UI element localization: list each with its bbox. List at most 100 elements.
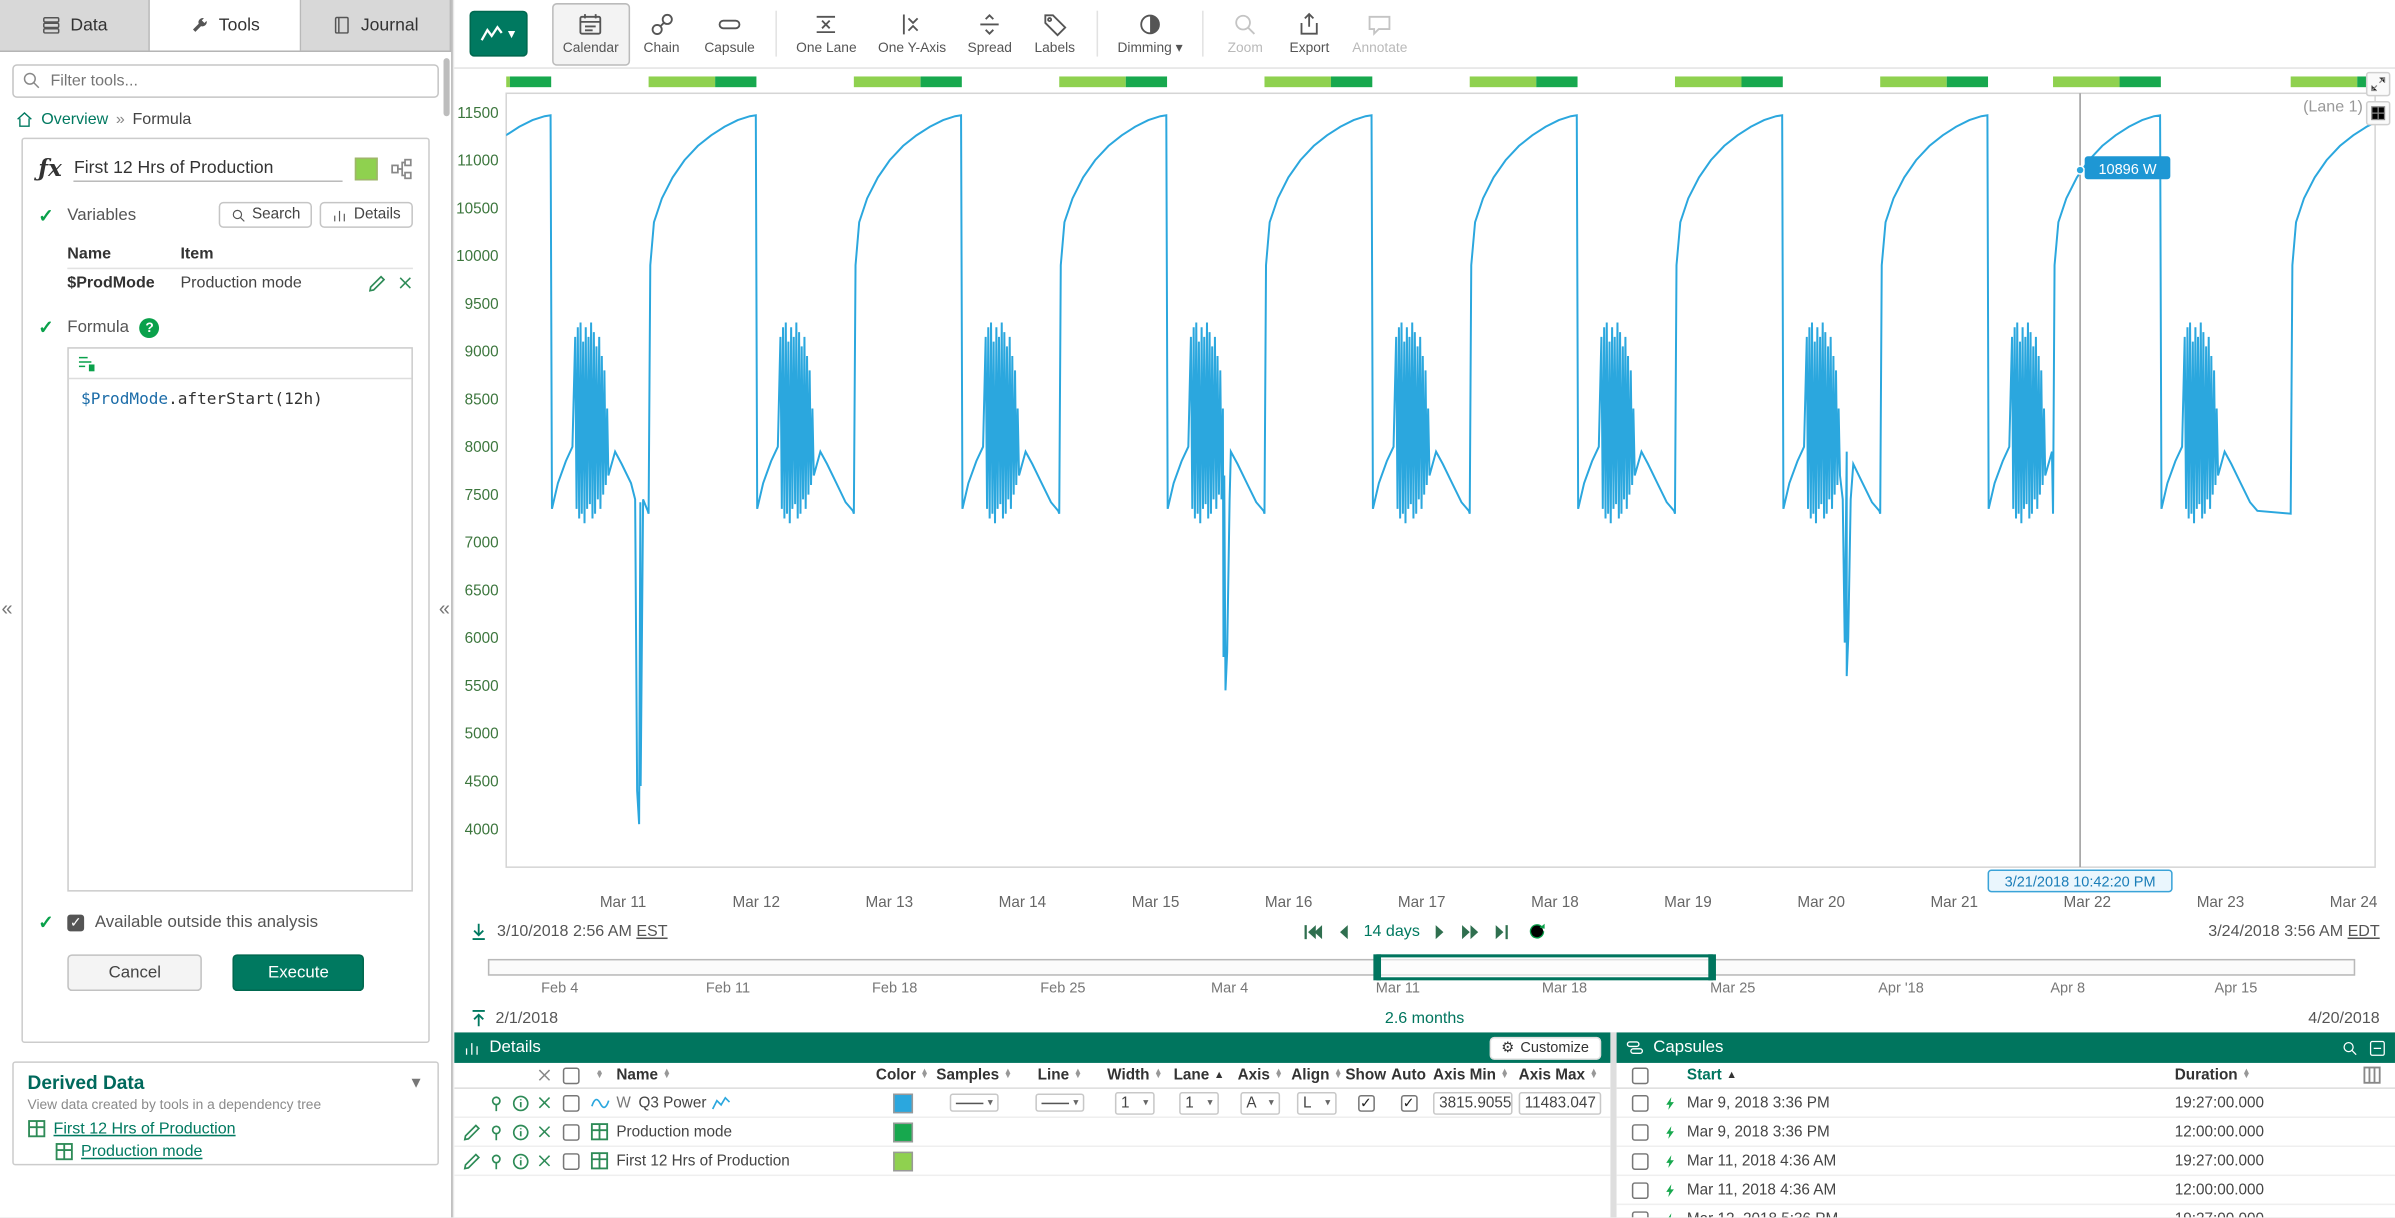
investigate-end-label[interactable]: 4/20/2018 (1464, 1009, 2379, 1027)
capsule-row[interactable]: Mar 11, 2018 4:36 AM12:00:00.000 (1617, 1176, 2395, 1205)
column-align[interactable]: Align ▲▼ (1289, 1067, 1344, 1084)
step-to-end-button[interactable] (1495, 923, 1515, 940)
capsule-checkbox[interactable] (1631, 1152, 1648, 1169)
timezone-link[interactable]: EST (636, 922, 667, 940)
display-type-dropdown[interactable]: ▼ (470, 11, 528, 57)
dependency-tree-icon[interactable] (390, 157, 413, 180)
collapse-panel-icon[interactable]: « (2, 596, 13, 619)
x-axis-tick-label[interactable]: Mar 17 (1398, 894, 1446, 911)
display-range-start[interactable]: 3/10/2018 2:56 AM EST (497, 922, 668, 940)
expand-range-icon[interactable] (470, 1009, 488, 1027)
formula-editor[interactable]: $ProdMode.afterStart(12h) (67, 347, 413, 891)
step-size-label[interactable]: 14 days (1364, 922, 1420, 940)
x-axis-tick-label[interactable]: Mar 18 (1531, 894, 1579, 911)
derived-item-link[interactable]: First 12 Hrs of Production (54, 1119, 236, 1137)
tab-tools[interactable]: Tools (150, 0, 300, 50)
range-handle-left[interactable] (1373, 954, 1381, 980)
collapse-sidebar-icon[interactable]: « (439, 596, 450, 619)
toolbar-spread-button[interactable]: Spread (957, 2, 1023, 65)
y-axis-tick-label[interactable]: 8500 (465, 391, 499, 408)
column-start[interactable]: Start ▲ (1684, 1067, 2172, 1084)
toolbar-one-y-axis-button[interactable]: One Y-Axis (867, 2, 957, 65)
sidebar-scrollbar[interactable] (444, 58, 450, 116)
toolbar-zoom-button[interactable]: Zoom (1213, 2, 1277, 65)
lane-select[interactable]: 1▾ (1179, 1091, 1219, 1114)
home-icon[interactable] (15, 110, 33, 128)
y-axis-tick-label[interactable]: 10000 (456, 248, 499, 265)
grid-view-button[interactable] (2366, 101, 2390, 125)
x-axis-tick-label[interactable]: Mar 23 (2197, 894, 2245, 911)
signal-line-q3-power[interactable] (506, 115, 2380, 824)
column-name[interactable]: Name ▲▼ (613, 1067, 873, 1084)
formula-list-icon[interactable] (76, 353, 96, 373)
auto-checkbox[interactable] (1400, 1094, 1417, 1111)
show-checkbox[interactable] (1357, 1094, 1374, 1111)
row-checkbox[interactable] (562, 1094, 579, 1111)
details-row-production-mode[interactable]: Production mode (454, 1118, 1610, 1147)
trend-chart[interactable]: 4000450050005500600065007000750080008500… (454, 69, 2395, 913)
details-row-first-12-hrs-of-production[interactable]: First 12 Hrs of Production (454, 1147, 1610, 1176)
column-axis-max[interactable]: Axis Max ▲▼ (1516, 1067, 1605, 1084)
formula-code[interactable]: $ProdMode.afterStart(12h) (69, 379, 412, 419)
customize-button[interactable]: ⚙Customize (1489, 1036, 1601, 1059)
column-width[interactable]: Width ▲▼ (1103, 1067, 1167, 1084)
breadcrumb-overview-link[interactable]: Overview (41, 110, 108, 128)
tab-data[interactable]: Data (0, 0, 150, 50)
x-axis-tick-label[interactable]: Mar 12 (732, 894, 780, 911)
y-axis-tick-label[interactable]: 7500 (465, 487, 499, 504)
investigate-start-label[interactable]: 2/1/2018 (496, 1009, 559, 1027)
capsule-row[interactable]: Mar 9, 2018 3:36 PM19:27:00.000 (1617, 1089, 2395, 1118)
toolbar-export-button[interactable]: Export (1277, 2, 1341, 65)
y-axis-tick-label[interactable]: 6500 (465, 582, 499, 599)
step-range-back-icon[interactable] (470, 922, 488, 940)
y-axis-tick-label[interactable]: 10500 (456, 200, 499, 217)
column-duration[interactable]: Duration ▲▼ (2172, 1067, 2356, 1084)
formula-help-icon[interactable]: ? (140, 317, 160, 337)
column-axis[interactable]: Axis ▲▼ (1231, 1067, 1289, 1084)
capsule-row[interactable]: Mar 12, 2018 5:36 PM19:27:00.000 (1617, 1205, 2395, 1217)
column-color[interactable]: Color ▲▼ (873, 1067, 931, 1084)
capsule-checkbox[interactable] (1631, 1181, 1648, 1198)
samples-select[interactable]: ▾ (949, 1093, 999, 1111)
toolbar-calendar-button[interactable]: Calendar (552, 2, 629, 65)
capsule-row[interactable]: Mar 11, 2018 4:36 AM19:27:00.000 (1617, 1147, 2395, 1176)
item-name[interactable]: Production mode (616, 1123, 732, 1140)
range-handle-right[interactable] (1708, 954, 1716, 980)
item-name[interactable]: First 12 Hrs of Production (616, 1152, 789, 1169)
refresh-icon[interactable] (1528, 922, 1546, 940)
display-range-selection[interactable] (1376, 954, 1712, 980)
column-auto[interactable]: Auto (1387, 1067, 1430, 1084)
cancel-button[interactable]: Cancel (67, 954, 202, 991)
timezone-link[interactable]: EDT (2348, 922, 2380, 940)
align-select[interactable]: L▾ (1297, 1091, 1337, 1114)
toolbar-capsule-button[interactable]: Capsule (694, 2, 766, 65)
y-axis-tick-label[interactable]: 6000 (465, 630, 499, 647)
x-axis-tick-label[interactable]: Mar 22 (2064, 894, 2112, 911)
width-select[interactable]: 1▾ (1115, 1091, 1155, 1114)
y-axis-tick-label[interactable]: 4500 (465, 774, 499, 791)
variable-search-button[interactable]: Search (218, 202, 312, 228)
minimize-panel-icon[interactable] (2369, 1039, 2386, 1056)
y-axis-tick-label[interactable]: 5500 (465, 678, 499, 695)
step-back-button[interactable] (1336, 923, 1350, 940)
column-lane[interactable]: Lane ▲ (1167, 1067, 1231, 1084)
column-line[interactable]: Line ▲▼ (1017, 1067, 1103, 1084)
select-all-checkbox[interactable] (562, 1067, 579, 1084)
color-swatch[interactable] (892, 1093, 912, 1113)
item-name[interactable]: Q3 Power (638, 1094, 706, 1111)
axis-min-input[interactable]: 3815.9055 (1433, 1091, 1513, 1114)
available-outside-checkbox[interactable] (67, 914, 84, 931)
y-axis-tick-label[interactable]: 5000 (465, 726, 499, 743)
x-axis-tick-label[interactable]: Mar 11 (600, 894, 646, 911)
y-axis-tick-label[interactable]: 9500 (465, 296, 499, 313)
toolbar-dimming-button[interactable]: Dimming ▾ (1107, 2, 1193, 65)
axis-select[interactable]: A▾ (1240, 1091, 1280, 1114)
details-row-q3-power[interactable]: WQ3 Power▾▾1▾1▾A▾L▾3815.905511483.047 (454, 1089, 1610, 1118)
derived-item-link[interactable]: Production mode (81, 1142, 202, 1160)
y-axis-tick-label[interactable]: 11500 (457, 105, 498, 122)
capsule-checkbox[interactable] (1631, 1210, 1648, 1217)
select-all-capsules-checkbox[interactable] (1631, 1067, 1648, 1084)
tool-name-input[interactable] (74, 155, 343, 181)
toolbar-one-lane-button[interactable]: One Lane (785, 2, 867, 65)
tool-color-swatch[interactable] (355, 157, 378, 180)
